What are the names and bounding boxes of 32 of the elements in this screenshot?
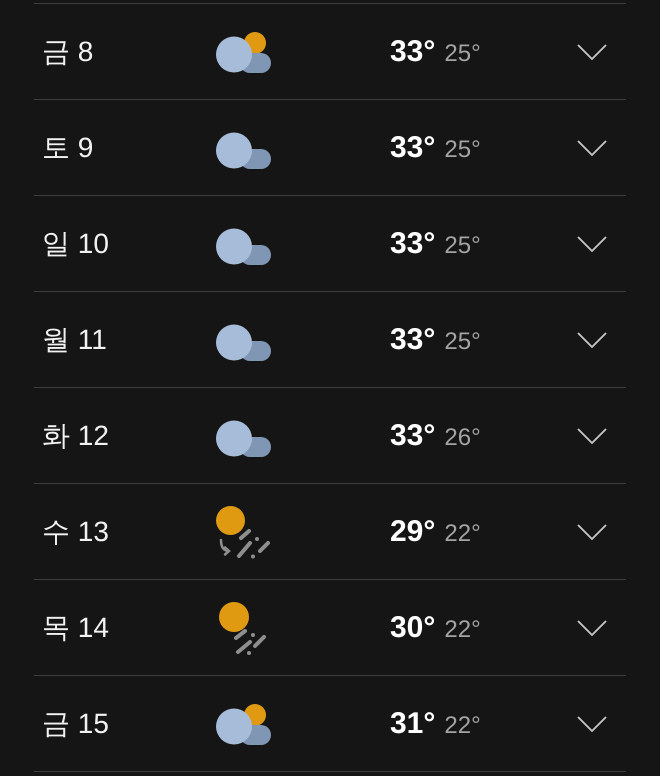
chevron-down-icon[interactable]	[577, 428, 607, 444]
chevron-down-icon[interactable]	[577, 140, 607, 156]
day-label: 일 10	[42, 226, 109, 260]
chevron-down-icon[interactable]	[577, 620, 607, 636]
chevron-down-icon[interactable]	[577, 716, 607, 732]
high-temperature: 31°	[390, 706, 436, 740]
low-temperature: 22°	[444, 616, 481, 644]
high-temperature: 33°	[390, 418, 436, 452]
day-label: 금 8	[42, 34, 94, 68]
day-label: 월 11	[42, 322, 107, 356]
high-temperature: 33°	[390, 34, 436, 68]
chevron-down-icon[interactable]	[577, 524, 607, 540]
day-label: 토 9	[42, 130, 94, 164]
chevron-down-icon[interactable]	[577, 332, 607, 348]
high-temperature: 33°	[390, 130, 436, 164]
low-temperature: 26°	[444, 424, 481, 452]
low-temperature: 25°	[444, 232, 481, 260]
low-temperature: 22°	[444, 520, 481, 548]
day-label: 금 15	[42, 706, 109, 740]
day-label: 화 12	[42, 418, 109, 452]
day-label: 목 14	[42, 610, 109, 644]
chevron-down-icon[interactable]	[577, 236, 607, 252]
high-temperature: 30°	[390, 610, 436, 644]
low-temperature: 25°	[444, 136, 481, 164]
chevron-down-icon[interactable]	[577, 44, 607, 60]
low-temperature: 25°	[444, 328, 481, 356]
high-temperature: 33°	[390, 226, 436, 260]
high-temperature: 33°	[390, 322, 436, 356]
day-label: 수 13	[42, 514, 109, 548]
low-temperature: 25°	[444, 40, 481, 68]
low-temperature: 22°	[444, 712, 481, 740]
high-temperature: 29°	[390, 514, 436, 548]
